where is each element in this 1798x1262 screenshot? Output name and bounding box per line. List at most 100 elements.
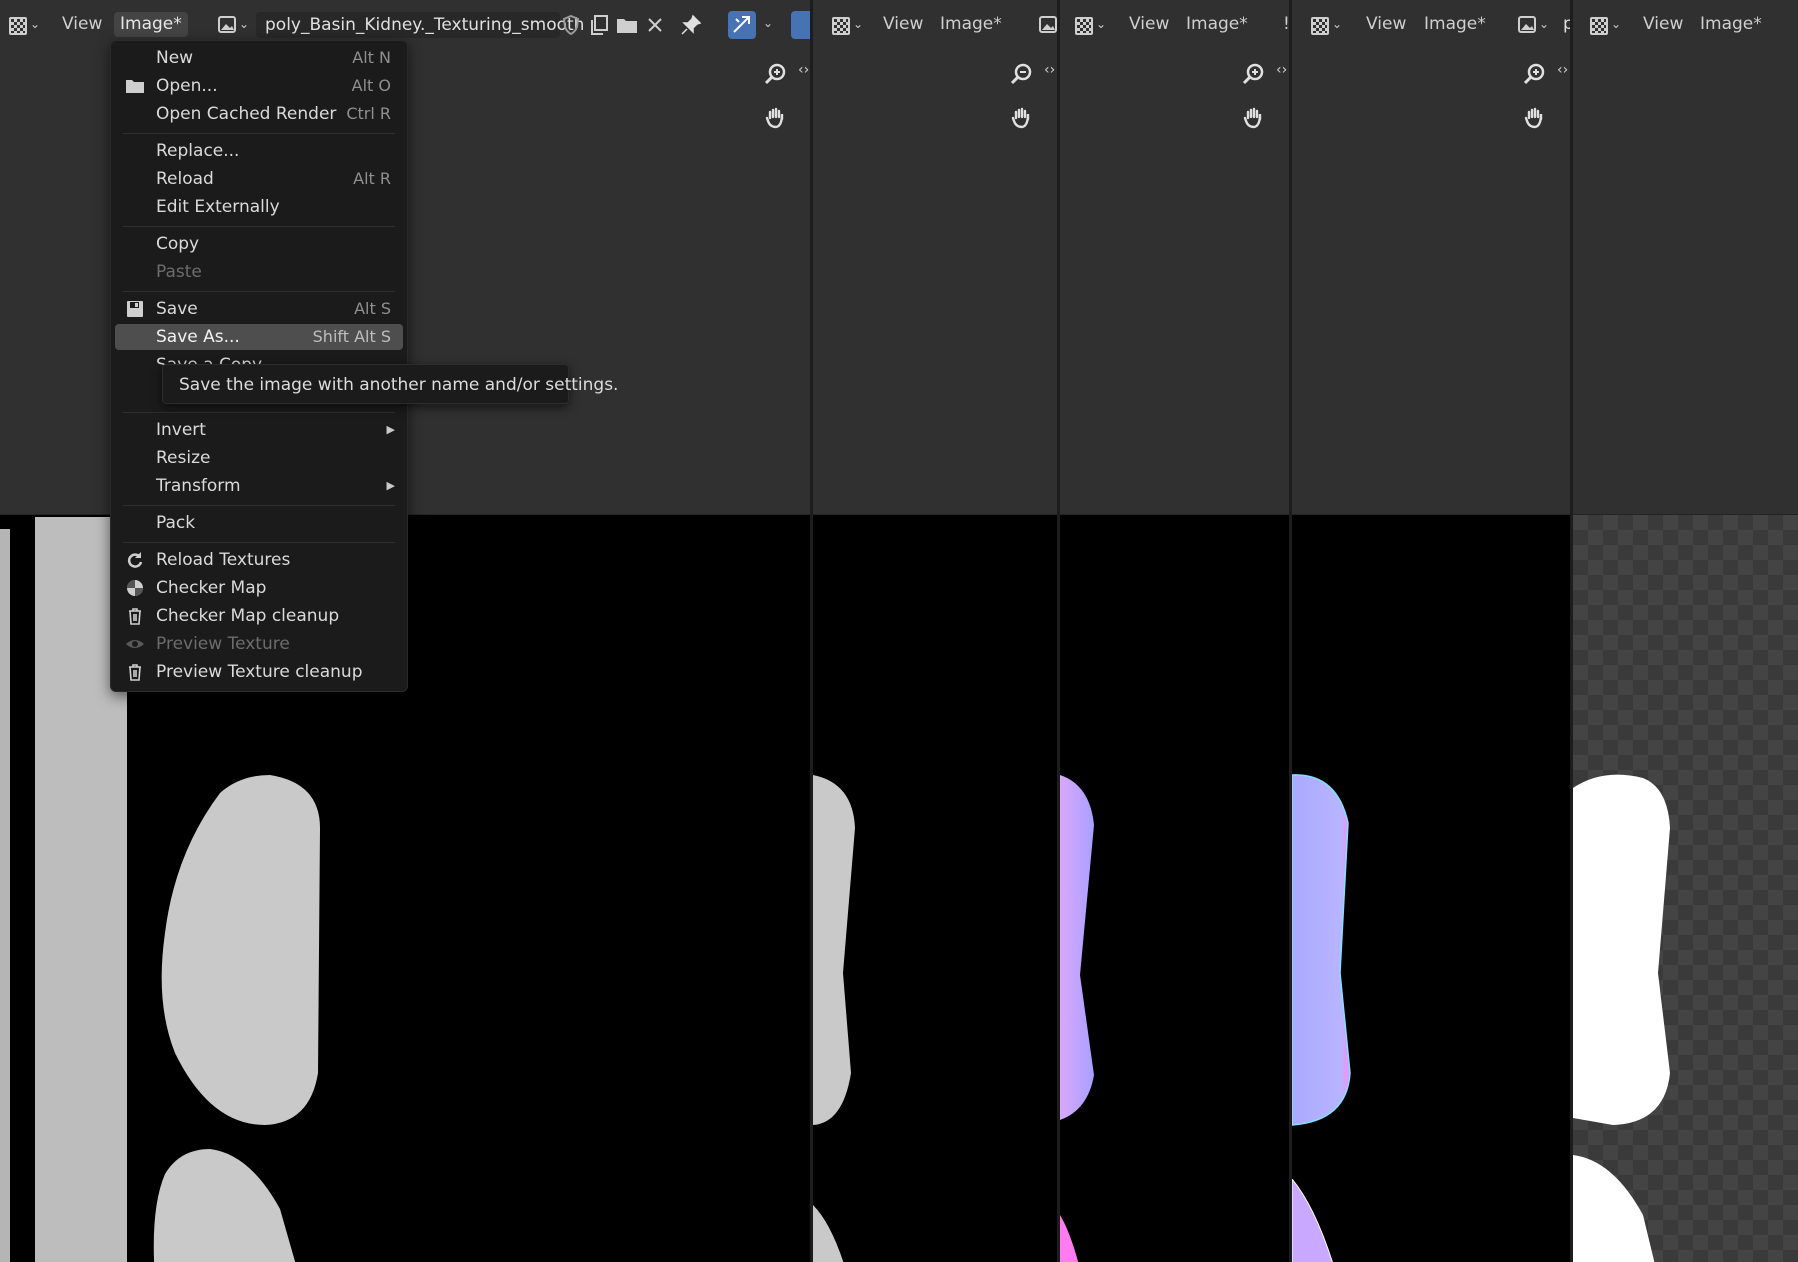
menu-separator xyxy=(123,226,395,227)
menu-item-checker-map-cleanup[interactable]: Checker Map cleanup xyxy=(115,603,403,629)
editor-type-selector[interactable]: ⌄ xyxy=(1308,12,1344,38)
editor-type-selector[interactable]: ⌄ xyxy=(1587,12,1623,38)
image-menu[interactable]: Image* xyxy=(1418,12,1492,37)
sidebar-toggle-arrows[interactable]: ‹› xyxy=(1276,62,1289,80)
pan-button[interactable] xyxy=(1004,100,1040,136)
image-editor-icon xyxy=(832,17,850,35)
gray-island-shape-2 xyxy=(813,1205,844,1262)
hand-icon xyxy=(1524,107,1543,129)
close-icon[interactable] xyxy=(643,13,667,37)
menu-item-preview-texture-cleanup[interactable]: Preview Texture cleanup xyxy=(115,659,403,685)
image-browse-button[interactable]: ⌄ xyxy=(1514,12,1550,38)
menu-item-pack[interactable]: Pack xyxy=(115,510,403,536)
chevron-down-icon: ⌄ xyxy=(1611,17,1622,31)
editor-type-selector[interactable]: ⌄ xyxy=(6,12,42,38)
image-canvas xyxy=(1292,515,1570,1262)
submenu-arrow-icon: ▶ xyxy=(386,423,395,436)
menu-item-label: Save xyxy=(156,299,198,319)
editor-type-selector[interactable]: ⌄ xyxy=(1072,12,1108,38)
chevron-down-icon: ⌄ xyxy=(1332,17,1343,31)
image-menu[interactable]: Image* xyxy=(1180,12,1254,37)
image-menu[interactable]: Image* xyxy=(1694,12,1768,37)
sidebar-toggle-arrows[interactable]: ‹› xyxy=(798,62,810,80)
menu-item-open[interactable]: Open... Alt O xyxy=(115,73,403,99)
image-editor-pane-5: ⌄ View Image* xyxy=(1573,0,1798,1262)
viewer-area xyxy=(1573,48,1798,515)
sidebar-toggle-arrows[interactable]: ‹› xyxy=(1557,62,1570,80)
zoom-button[interactable] xyxy=(1236,56,1272,92)
menu-separator xyxy=(123,291,395,292)
menu-item-label: Checker Map cleanup xyxy=(156,606,340,626)
fake-user-shield-icon[interactable] xyxy=(559,13,583,37)
trash-icon xyxy=(129,664,141,681)
menu-item-label: New xyxy=(156,48,194,68)
image-editor-pane-3: ⌄ View Image* ! ‹› xyxy=(1060,0,1289,1262)
image-editor-pane-4: ⌄ View Image* ⌄ p ‹› xyxy=(1292,0,1570,1262)
menu-separator xyxy=(123,133,395,134)
menu-item-checker-map[interactable]: Checker Map xyxy=(115,575,403,601)
menu-item-transform[interactable]: Transform ▶ xyxy=(115,473,403,499)
image-name-text: poly_Basin_Kidney._Texturing_smooth xyxy=(265,15,585,35)
sidebar-toggle-arrows[interactable]: ‹› xyxy=(1044,62,1057,80)
menu-item-hidden[interactable]: S xyxy=(115,380,155,406)
uv-sync-icon xyxy=(733,16,750,33)
menu-item-paste: Paste xyxy=(115,259,403,285)
image-menu[interactable]: Image* xyxy=(114,12,188,37)
view-menu[interactable]: View xyxy=(1637,12,1689,37)
pan-button[interactable] xyxy=(758,100,794,136)
image-editor-icon xyxy=(1075,17,1093,35)
menu-item-invert[interactable]: Invert ▶ xyxy=(115,417,403,443)
open-folder-icon[interactable] xyxy=(615,13,639,37)
hand-icon xyxy=(765,107,784,129)
chevron-down-icon[interactable]: ⌄ xyxy=(763,16,773,30)
menu-item-open-cached-render[interactable]: Open Cached Render Ctrl R xyxy=(115,101,403,127)
pane-header: ⌄ View Image* xyxy=(1573,0,1798,48)
menu-item-label: Save As... xyxy=(156,327,240,347)
image-name-cut[interactable]: p xyxy=(1563,12,1570,37)
image-name-field[interactable]: poly_Basin_Kidney._Texturing_smooth xyxy=(256,12,584,38)
white-mask-island-shape-2 xyxy=(1573,1155,1655,1262)
menu-item-resize[interactable]: Resize xyxy=(115,445,403,471)
view-menu[interactable]: View xyxy=(1360,12,1412,37)
menu-item-label: Transform xyxy=(156,476,241,496)
menu-item-label: Copy xyxy=(156,234,200,254)
normal-map-island-shape-2 xyxy=(1292,1179,1333,1262)
menu-item-replace[interactable]: Replace... xyxy=(115,138,403,164)
menu-item-copy[interactable]: Copy xyxy=(115,231,403,257)
pan-button[interactable] xyxy=(1236,100,1272,136)
duplicate-icon[interactable] xyxy=(587,13,611,37)
menu-item-edit-externally[interactable]: Edit Externally xyxy=(115,194,403,220)
chevron-down-icon: ⌄ xyxy=(853,17,864,31)
pin-icon[interactable] xyxy=(679,13,703,37)
menu-item-save[interactable]: Save Alt S xyxy=(115,296,403,322)
zoom-icon xyxy=(1242,63,1264,85)
image-editor-icon xyxy=(1590,17,1608,35)
image-icon xyxy=(218,16,236,33)
image-editor-icon xyxy=(1311,17,1329,35)
menu-item-reload-textures[interactable]: Reload Textures xyxy=(115,547,403,573)
menu-item-new[interactable]: New Alt N xyxy=(115,45,403,71)
menu-item-save-as[interactable]: Save As... Shift Alt S xyxy=(115,324,403,350)
view-menu[interactable]: View xyxy=(1123,12,1175,37)
menu-item-shortcut: Shift Alt S xyxy=(312,327,391,346)
uv-sync-button[interactable] xyxy=(728,11,756,39)
view-menu[interactable]: View xyxy=(56,12,108,37)
overlay-toggle[interactable] xyxy=(791,11,810,39)
image-editor-icon xyxy=(9,17,27,35)
trash-icon xyxy=(129,608,141,625)
view-menu[interactable]: View xyxy=(877,12,929,37)
image-icon[interactable] xyxy=(1038,14,1057,36)
zoom-button[interactable] xyxy=(1517,56,1553,92)
image-editor-pane-2: ⌄ View Image* ‹› xyxy=(813,0,1057,1262)
folder-icon xyxy=(126,80,144,93)
pan-button[interactable] xyxy=(1517,100,1553,136)
zoom-button[interactable] xyxy=(1004,56,1040,92)
image-menu[interactable]: Image* xyxy=(934,12,1008,37)
menu-item-reload[interactable]: Reload Alt R xyxy=(115,166,403,192)
menu-separator xyxy=(123,505,395,506)
image-browse-button[interactable]: ⌄ xyxy=(214,12,250,38)
editor-type-selector[interactable]: ⌄ xyxy=(829,12,865,38)
zoom-button[interactable] xyxy=(758,56,794,92)
save-icon xyxy=(127,301,143,317)
texture-strip-left xyxy=(0,529,10,1262)
